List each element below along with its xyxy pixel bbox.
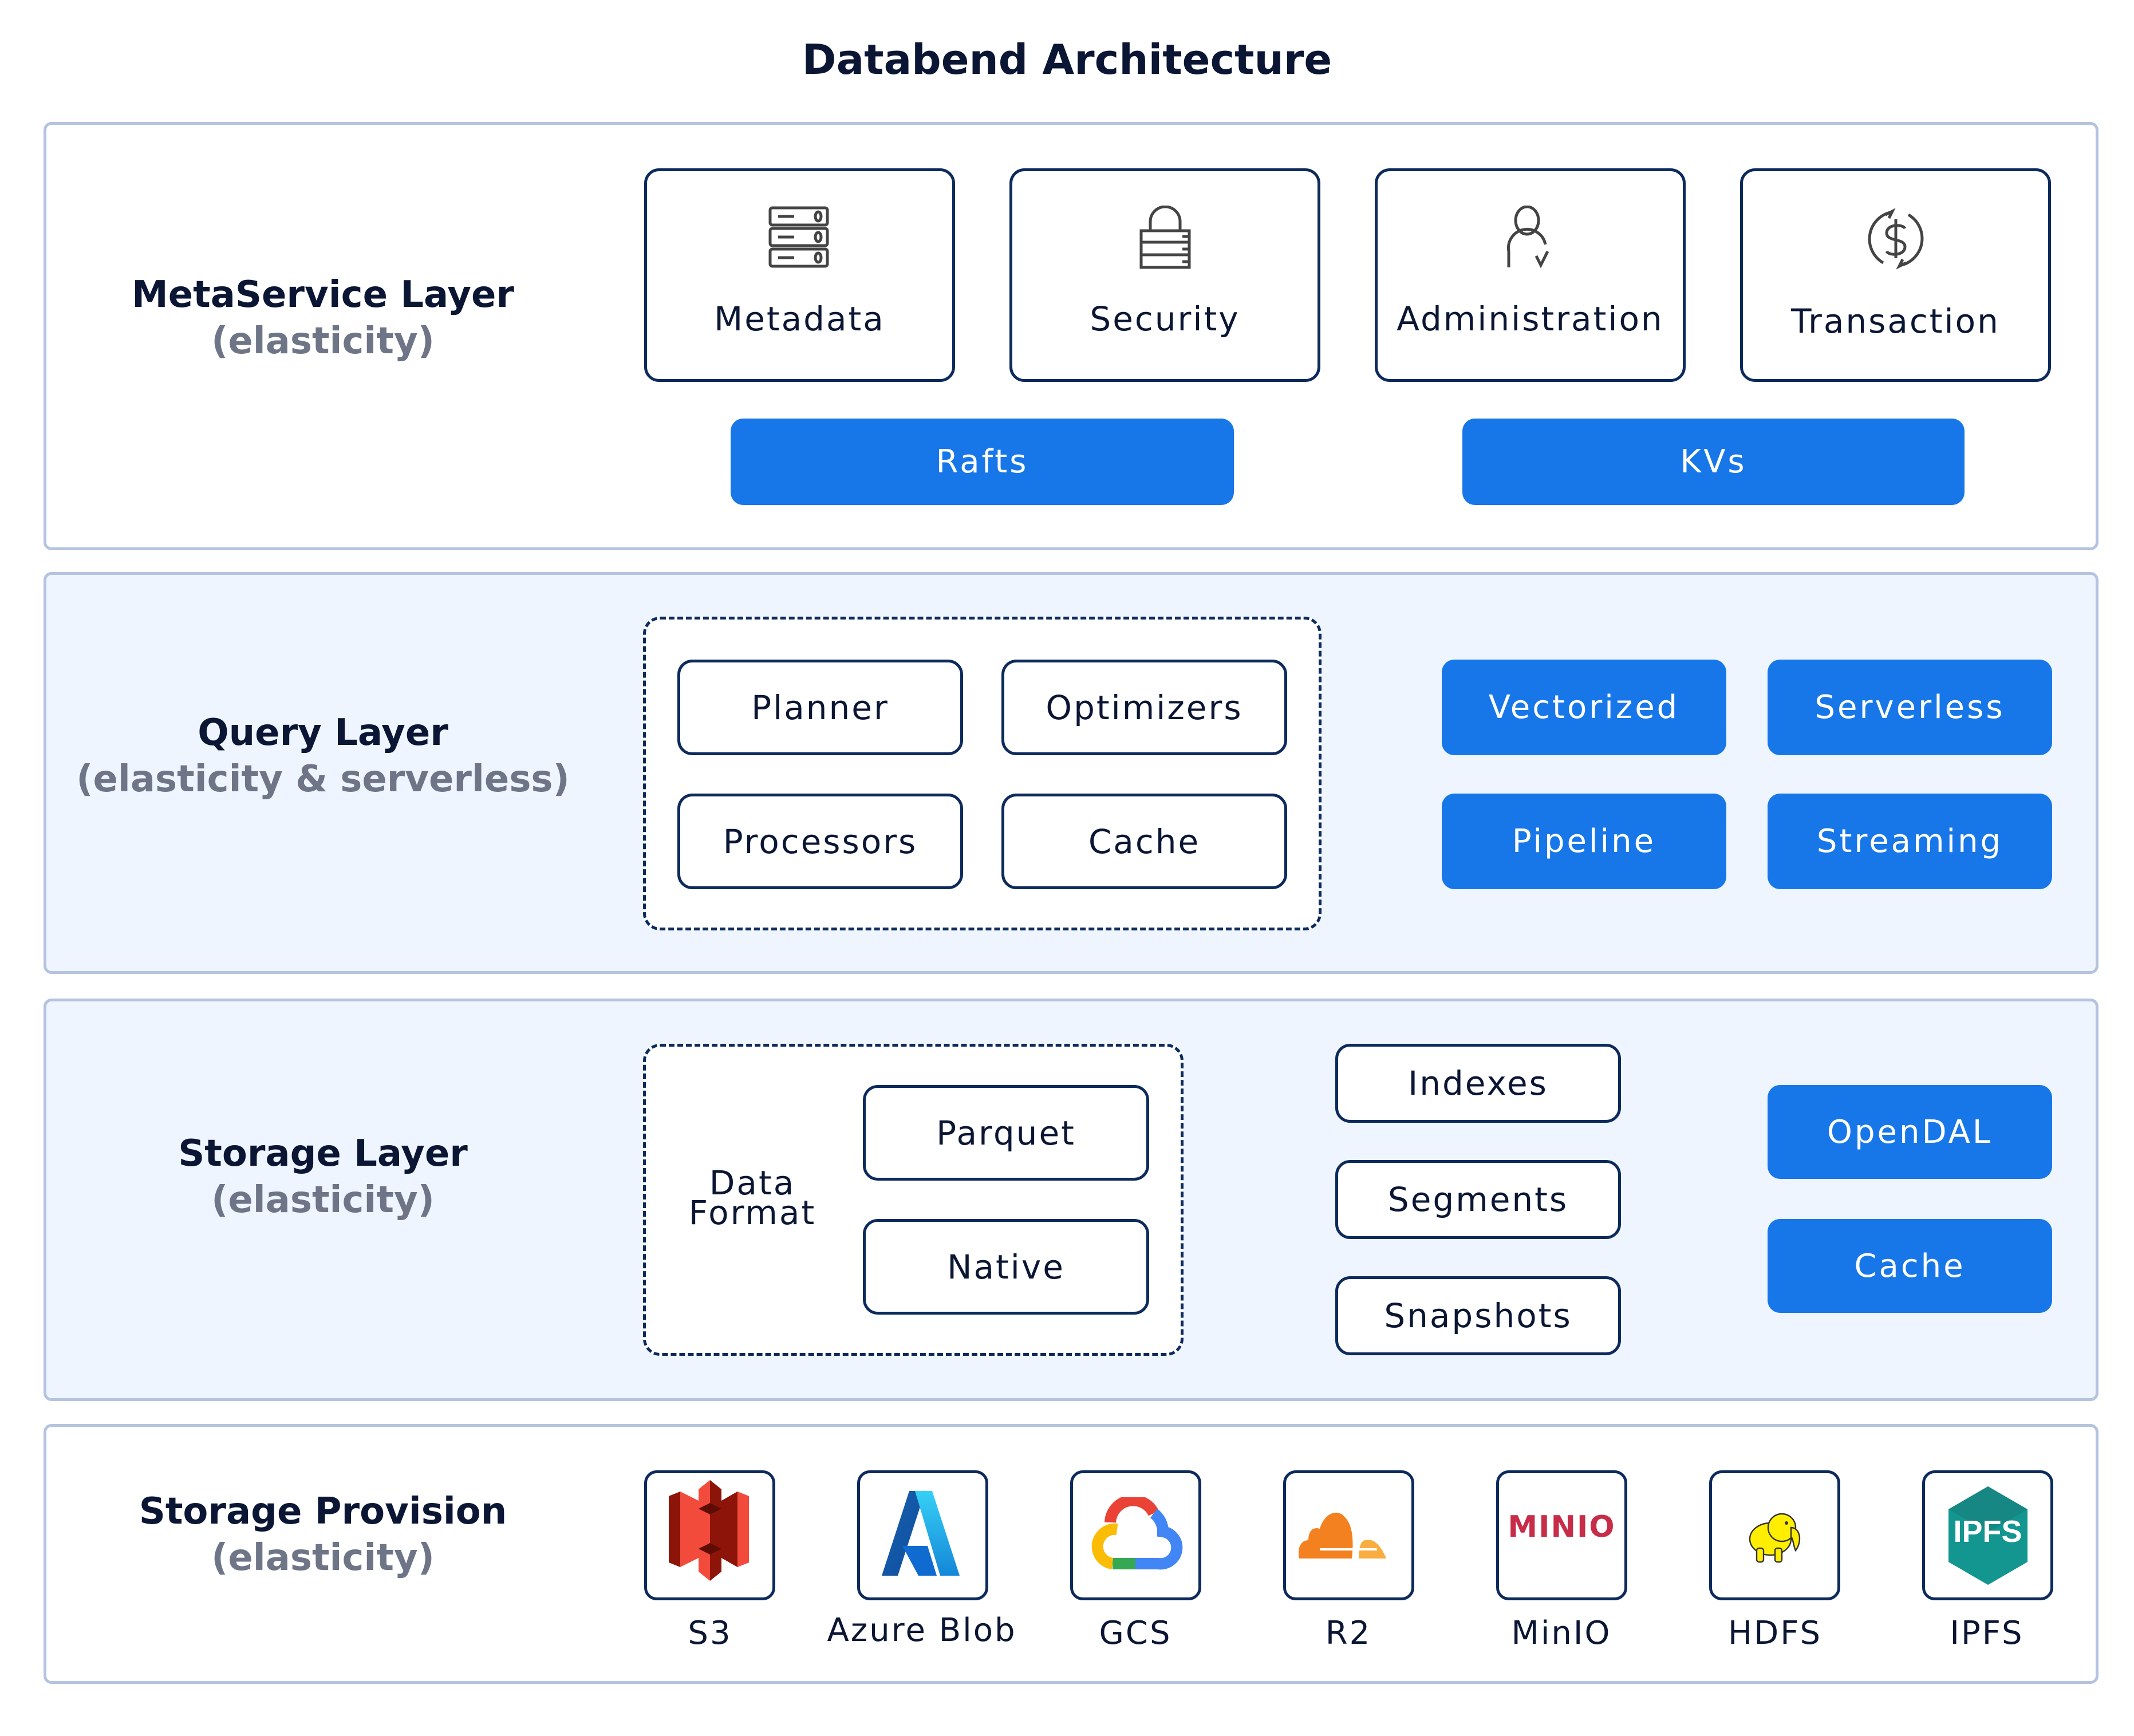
query-layer-label: Query Layer (elasticity & serverless) [65, 710, 581, 803]
storage-provision-label: Storage Provision (elasticity) [65, 1489, 581, 1582]
layer-name: MetaService Layer [132, 274, 514, 316]
azure-provider-box [857, 1470, 988, 1600]
pipeline-block: Pipeline [1442, 794, 1726, 889]
card-label: Security [1090, 299, 1240, 338]
card-label: Transaction [1791, 302, 2000, 341]
layer-name: Query Layer [198, 712, 448, 754]
server-stack-icon [767, 206, 833, 278]
hdfs-provider-box [1709, 1470, 1840, 1600]
ipfs-provider-box: IPFS [1922, 1470, 2053, 1600]
layer-name: Storage Layer [178, 1133, 468, 1175]
ipfs-label: IPFS [1950, 1615, 2024, 1652]
opendal-block: OpenDAL [1768, 1085, 2052, 1179]
metaservice-layer-label: MetaService Layer (elasticity) [65, 272, 581, 365]
layer-subtitle: (elasticity) [211, 1179, 435, 1221]
rafts-block: Rafts [731, 419, 1234, 505]
google-cloud-logo-icon [1087, 1494, 1185, 1574]
hadoop-elephant-logo-icon [1741, 1500, 1809, 1571]
azure-logo-icon [877, 1489, 969, 1583]
data-format-label: Data Format [666, 1166, 838, 1233]
native-card: Native [863, 1219, 1149, 1315]
s3-label: S3 [688, 1615, 732, 1652]
diagram-title: Databend Architecture [802, 35, 1332, 84]
storage-layer-label: Storage Layer (elasticity) [65, 1131, 581, 1224]
segments-card: Segments [1335, 1160, 1621, 1239]
vectorized-block: Vectorized [1442, 660, 1726, 755]
query-cache-card: Cache [1001, 794, 1287, 889]
kvs-block: KVs [1462, 419, 1965, 505]
layer-subtitle: (elasticity & serverless) [76, 758, 570, 800]
security-card: Security [1009, 168, 1320, 382]
transaction-card: Transaction [1740, 168, 2051, 382]
gcs-provider-box [1070, 1470, 1201, 1600]
card-label: Metadata [714, 299, 885, 338]
lock-icon [1137, 205, 1194, 278]
ipfs-logo-icon: IPFS [1945, 1484, 2031, 1587]
card-label: Administration [1397, 299, 1664, 338]
data-format-line2: Format [688, 1193, 816, 1233]
r2-label: R2 [1325, 1615, 1372, 1652]
hdfs-label: HDFS [1727, 1615, 1822, 1652]
layer-subtitle: (elasticity) [211, 1537, 435, 1579]
snapshots-card: Snapshots [1335, 1276, 1621, 1355]
optimizers-card: Optimizers [1001, 660, 1287, 755]
processors-card: Processors [677, 794, 963, 889]
layer-name: Storage Provision [139, 1490, 507, 1533]
parquet-card: Parquet [863, 1085, 1149, 1181]
aws-s3-logo-icon [664, 1479, 756, 1591]
user-check-icon [1502, 205, 1559, 278]
dollar-cycle-icon [1863, 206, 1929, 280]
cloudflare-logo-icon [1295, 1506, 1403, 1565]
r2-provider-box [1283, 1470, 1414, 1600]
minio-label: MinIO [1511, 1615, 1612, 1652]
serverless-block: Serverless [1768, 660, 2052, 755]
metadata-card: Metadata [644, 168, 955, 382]
minio-provider-box: MINIO [1496, 1470, 1627, 1600]
layer-subtitle: (elasticity) [211, 320, 435, 362]
administration-card: Administration [1375, 168, 1686, 382]
s3-provider-box [644, 1470, 775, 1600]
minio-logo-icon: MINIO [1508, 1509, 1616, 1544]
planner-card: Planner [677, 660, 963, 755]
storage-cache-block: Cache [1768, 1219, 2052, 1313]
gcs-label: GCS [1099, 1615, 1172, 1652]
ipfs-logo-text: IPFS [1953, 1514, 2022, 1549]
streaming-block: Streaming [1768, 794, 2052, 889]
azure-blob-label: Azure Blob [827, 1612, 1017, 1649]
indexes-card: Indexes [1335, 1044, 1621, 1123]
